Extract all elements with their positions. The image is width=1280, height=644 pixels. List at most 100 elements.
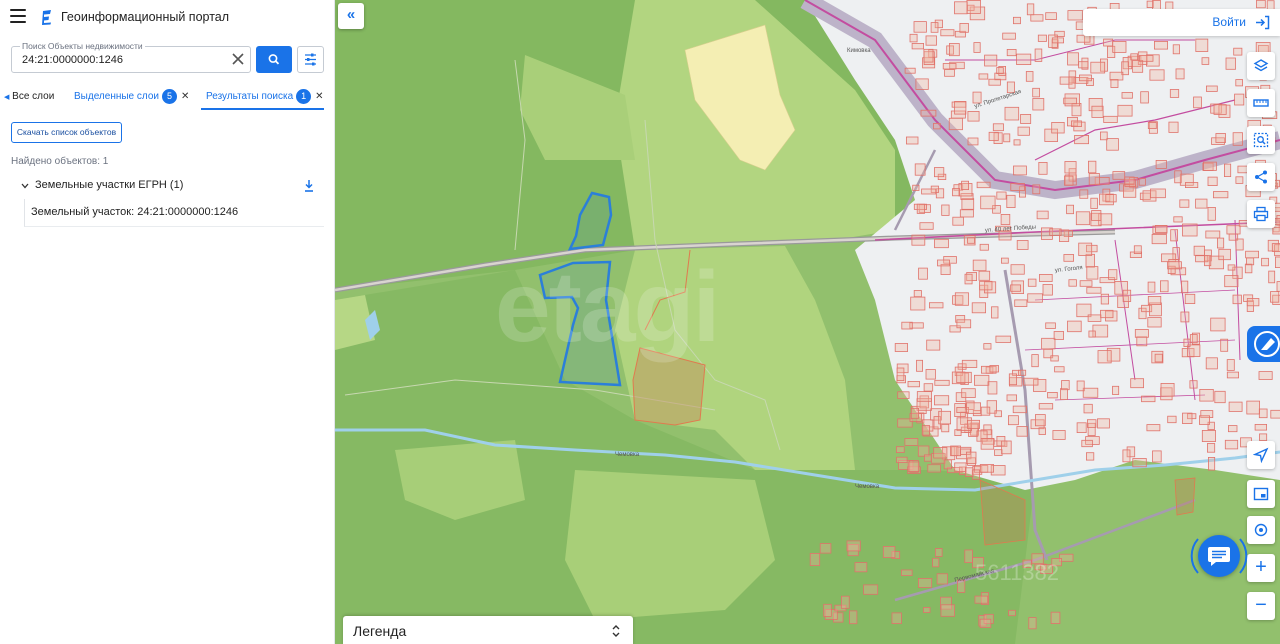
building bbox=[1133, 245, 1142, 255]
building bbox=[1068, 76, 1076, 89]
building bbox=[949, 43, 960, 57]
search-input[interactable] bbox=[22, 51, 227, 69]
building bbox=[1112, 171, 1126, 180]
building bbox=[906, 136, 919, 145]
building bbox=[1155, 224, 1168, 233]
building bbox=[1254, 423, 1267, 431]
count-badge: 5 bbox=[162, 88, 177, 104]
search-button[interactable] bbox=[256, 46, 292, 73]
building bbox=[1100, 131, 1108, 141]
building bbox=[1170, 229, 1179, 242]
building bbox=[1154, 41, 1169, 50]
zoom-out-icon: − bbox=[1255, 594, 1267, 616]
building bbox=[1013, 165, 1027, 176]
expand-toggle-icon[interactable] bbox=[611, 623, 621, 639]
menu-icon[interactable] bbox=[10, 9, 26, 23]
building bbox=[1079, 74, 1092, 82]
building bbox=[1141, 395, 1156, 403]
building bbox=[954, 292, 969, 306]
print-button[interactable] bbox=[1247, 200, 1275, 228]
building bbox=[913, 21, 927, 33]
building bbox=[989, 365, 999, 373]
building bbox=[1018, 369, 1027, 376]
building bbox=[1081, 439, 1093, 448]
building bbox=[1028, 617, 1037, 630]
building bbox=[1032, 184, 1041, 195]
building bbox=[1053, 331, 1064, 340]
tab-selected-layers[interactable]: Выделенные слои 5 ✕ bbox=[74, 86, 189, 110]
building bbox=[1071, 120, 1082, 128]
navigate-button[interactable] bbox=[1247, 441, 1275, 469]
building bbox=[1103, 115, 1118, 123]
zoom-out-button[interactable]: − bbox=[1247, 592, 1275, 620]
select-area-button[interactable] bbox=[1247, 126, 1275, 154]
share-button[interactable] bbox=[1247, 163, 1275, 191]
building bbox=[1168, 121, 1179, 133]
street-label: Кимовка bbox=[847, 48, 871, 54]
building bbox=[1213, 191, 1229, 199]
building bbox=[1167, 415, 1177, 424]
building bbox=[1004, 106, 1020, 121]
watermark: etagi bbox=[495, 251, 720, 363]
building bbox=[934, 395, 950, 406]
building bbox=[1008, 373, 1017, 386]
measure-button[interactable] bbox=[1247, 89, 1275, 117]
zoom-in-button[interactable]: + bbox=[1247, 554, 1275, 582]
tab-all-layers[interactable]: ◀ Все слои bbox=[4, 86, 54, 110]
side-panel: Геоинформационный портал Поиск Объекты н… bbox=[0, 0, 335, 644]
minimap-button[interactable] bbox=[1247, 480, 1275, 508]
building bbox=[1134, 329, 1149, 338]
download-list-button[interactable]: Скачать список объектов bbox=[11, 122, 122, 143]
building bbox=[936, 573, 948, 585]
building bbox=[901, 569, 913, 576]
building bbox=[935, 548, 943, 557]
building bbox=[1130, 53, 1138, 61]
chat-button[interactable] bbox=[1198, 535, 1240, 577]
close-icon[interactable]: ✕ bbox=[181, 86, 189, 108]
search-field[interactable]: Поиск Объекты недвижимости bbox=[11, 40, 251, 73]
building bbox=[1214, 390, 1226, 404]
building bbox=[964, 549, 973, 564]
building bbox=[1016, 240, 1029, 250]
building bbox=[1245, 250, 1259, 259]
tab-search-results[interactable]: Результаты поиска 1 ✕ bbox=[201, 86, 324, 110]
building bbox=[1132, 458, 1147, 468]
building bbox=[1195, 198, 1208, 209]
building bbox=[988, 131, 999, 141]
building bbox=[1174, 170, 1182, 184]
building bbox=[978, 73, 989, 80]
building bbox=[1246, 257, 1255, 266]
building bbox=[1155, 159, 1167, 169]
building bbox=[1232, 294, 1242, 305]
building bbox=[1108, 269, 1118, 280]
building bbox=[938, 410, 952, 425]
building bbox=[1049, 228, 1062, 236]
map-canvas[interactable]: Кимовка ул. Пролетарская ул. 40 лет Побе… bbox=[335, 0, 1280, 644]
locate-button[interactable] bbox=[1247, 516, 1275, 544]
building bbox=[1258, 371, 1273, 380]
building bbox=[1256, 0, 1266, 9]
building bbox=[1105, 194, 1117, 203]
building bbox=[1031, 354, 1039, 368]
result-group[interactable]: Земельные участки ЕГРН (1) bbox=[20, 179, 320, 195]
download-icon[interactable] bbox=[303, 179, 315, 193]
clear-icon[interactable] bbox=[231, 52, 245, 66]
building bbox=[1087, 314, 1102, 322]
building bbox=[1079, 189, 1089, 199]
building bbox=[1050, 355, 1059, 362]
login-button[interactable]: Войти bbox=[1083, 9, 1280, 36]
building bbox=[1006, 194, 1016, 209]
building bbox=[1103, 38, 1114, 47]
filter-button[interactable] bbox=[297, 46, 324, 73]
building bbox=[933, 123, 941, 130]
collapse-panel-button[interactable]: « bbox=[338, 3, 364, 29]
layers-button[interactable] bbox=[1247, 52, 1275, 80]
list-item[interactable]: Земельный участок: 24:21:0000000:1246 bbox=[24, 199, 324, 227]
building bbox=[1025, 71, 1034, 82]
legend-panel[interactable]: Легенда bbox=[343, 616, 633, 644]
map-view[interactable]: Кимовка ул. Пролетарская ул. 40 лет Побе… bbox=[335, 0, 1280, 644]
partner-logo-button[interactable] bbox=[1247, 326, 1280, 362]
building bbox=[983, 343, 992, 350]
building bbox=[910, 296, 926, 311]
close-icon[interactable]: ✕ bbox=[315, 86, 323, 108]
